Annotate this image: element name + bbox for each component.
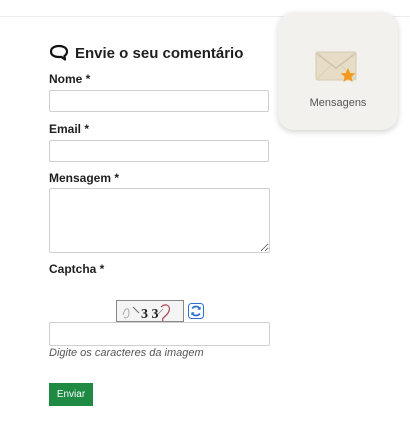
page: Envie o seu comentário Nome * Email * Me… [0,0,410,436]
email-label: Email * [49,122,90,136]
form-title: Envie o seu comentário [49,44,243,62]
message-label: Mensagem * [49,171,120,185]
email-input[interactable] [49,140,269,162]
envelope-star-icon [315,51,357,82]
captcha-label: Captcha * [49,262,105,276]
form-title-text: Envie o seu comentário [75,44,244,62]
messages-label: Mensagens [309,97,367,109]
captcha-graphic: 3 3 [117,301,183,322]
name-input[interactable] [49,90,269,112]
captcha-text: 3 3 [141,307,159,322]
speech-bubble-icon [49,44,69,61]
submit-button[interactable]: Enviar [49,383,93,406]
refresh-icon[interactable] [188,303,204,319]
message-textarea[interactable] [49,188,270,253]
messages-widget[interactable]: Mensagens [278,12,398,130]
captcha-hint: Digite os caracteres da imagem [49,347,204,359]
captcha-image: 3 3 [116,300,184,322]
captcha-input[interactable] [49,322,270,346]
name-label: Nome * [49,72,91,86]
